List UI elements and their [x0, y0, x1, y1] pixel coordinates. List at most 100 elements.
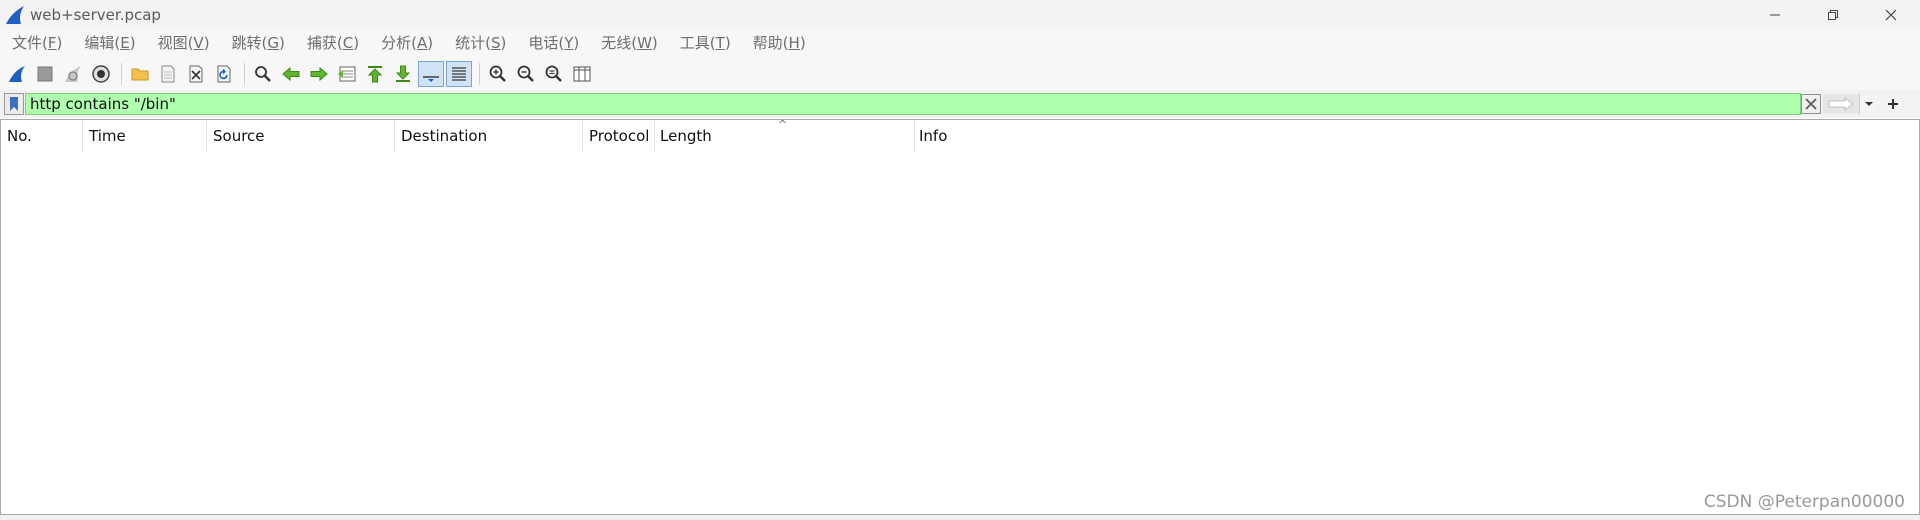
autoscroll-icon — [423, 75, 439, 82]
filter-bookmark-button[interactable] — [4, 93, 24, 115]
capture-options-button[interactable] — [88, 61, 114, 87]
goto-packet-icon — [338, 66, 356, 81]
close-button[interactable] — [1862, 0, 1920, 30]
display-filter-input[interactable] — [26, 94, 1800, 114]
menu-telephony[interactable]: 电话(Y) — [520, 30, 587, 57]
menu-label: 无线( — [601, 34, 638, 52]
restart-fin-icon — [65, 65, 81, 82]
menu-accel: A — [416, 34, 428, 52]
menu-label-end: ) — [56, 34, 63, 52]
menu-label: 捕获( — [306, 34, 343, 52]
menu-label-end: ) — [427, 34, 434, 52]
filter-field — [25, 93, 1801, 115]
menu-wireless[interactable]: 无线(W) — [593, 30, 666, 57]
save-file-button[interactable] — [155, 61, 181, 87]
colorize-button[interactable] — [446, 60, 472, 87]
clear-filter-button[interactable] — [1801, 94, 1821, 114]
clear-x-icon — [1805, 98, 1817, 110]
colorize-list-icon — [452, 66, 466, 81]
minimize-icon — [1770, 14, 1780, 16]
normal-size-button[interactable] — [541, 61, 567, 87]
menu-label: 文件( — [12, 34, 48, 52]
column-header-no[interactable]: No. — [1, 120, 83, 153]
stop-capture-button[interactable] — [32, 61, 58, 87]
menu-bar: 文件(F) 编辑(E) 视图(V) 跳转(G) 捕获(C) 分析(A) 统计(S… — [0, 30, 1920, 57]
menu-accel: E — [120, 34, 130, 52]
arrow-left-icon — [282, 66, 300, 81]
wireshark-fin-icon — [6, 6, 24, 24]
packet-list[interactable]: No. Time Source Destination Protocol Len… — [0, 118, 1920, 515]
folder-icon — [131, 68, 149, 80]
column-header-time[interactable]: Time — [83, 120, 207, 153]
arrow-down-icon — [395, 65, 411, 82]
find-packet-button[interactable] — [250, 61, 276, 87]
go-to-packet-button[interactable] — [334, 61, 360, 87]
add-filter-button[interactable] — [1882, 93, 1904, 115]
display-filter-bar — [0, 90, 1920, 118]
apply-filter-button[interactable] — [1823, 94, 1859, 114]
menu-accel: Y — [564, 34, 574, 52]
menu-label-end: ) — [279, 34, 285, 52]
go-first-packet-button[interactable] — [362, 61, 388, 87]
window-controls — [1746, 0, 1920, 30]
gear-icon — [92, 64, 110, 83]
column-header-info[interactable]: Info — [913, 120, 1919, 153]
menu-go[interactable]: 跳转(G) — [224, 30, 293, 57]
resize-columns-button[interactable] — [569, 61, 595, 87]
toolbar-separator — [479, 62, 480, 85]
close-file-button[interactable] — [183, 61, 209, 87]
menu-label: 电话( — [528, 34, 565, 52]
magnifier-icon — [255, 65, 271, 82]
menu-view[interactable]: 视图(V) — [150, 30, 218, 57]
menu-label: 工具( — [679, 34, 716, 52]
menu-label: 统计( — [455, 34, 491, 52]
menu-capture[interactable]: 捕获(C) — [299, 30, 367, 57]
column-header-protocol[interactable]: Protocol — [583, 120, 655, 153]
go-forward-button[interactable] — [306, 61, 332, 87]
main-toolbar — [0, 57, 1920, 90]
reload-file-button[interactable] — [211, 61, 237, 87]
menu-label-end: ) — [353, 34, 360, 52]
toolbar-separator — [244, 62, 245, 85]
window-title: web+server.pcap — [30, 6, 161, 24]
minimize-button[interactable] — [1746, 0, 1804, 30]
filter-history-dropdown[interactable] — [1859, 94, 1877, 114]
menu-label-end: ) — [573, 34, 580, 52]
menu-accel: V — [193, 34, 204, 52]
auto-scroll-button[interactable] — [418, 60, 444, 87]
start-capture-button[interactable] — [4, 61, 30, 87]
go-back-button[interactable] — [278, 61, 304, 87]
menu-file[interactable]: 文件(F) — [4, 30, 70, 57]
go-last-packet-button[interactable] — [390, 61, 416, 87]
arrow-up-icon — [367, 65, 383, 82]
close-file-icon — [189, 65, 203, 82]
arrow-right-icon — [310, 66, 328, 81]
menu-accel: T — [715, 34, 725, 52]
menu-label-end: ) — [799, 34, 806, 52]
zoom-in-button[interactable] — [485, 61, 511, 87]
column-header-source[interactable]: Source — [207, 120, 395, 153]
menu-analyze[interactable]: 分析(A) — [373, 30, 441, 57]
menu-statistics[interactable]: 统计(S) — [447, 30, 514, 57]
close-icon — [1885, 9, 1897, 21]
toolbar-separator — [121, 62, 122, 85]
menu-label-end: ) — [203, 34, 210, 52]
menu-accel: C — [342, 34, 354, 52]
title-bar: web+server.pcap — [0, 0, 1920, 30]
menu-edit[interactable]: 编辑(E) — [76, 30, 143, 57]
menu-help[interactable]: 帮助(H) — [745, 30, 814, 57]
open-file-button[interactable] — [127, 61, 153, 87]
restore-button[interactable] — [1804, 0, 1862, 30]
column-header-destination[interactable]: Destination — [395, 120, 583, 153]
shark-fin-icon — [9, 65, 25, 82]
menu-tools[interactable]: 工具(T) — [672, 30, 739, 57]
watermark: CSDN @Peterpan00000 — [1703, 492, 1905, 512]
menu-label: 跳转( — [231, 34, 268, 52]
restart-capture-button[interactable] — [60, 61, 86, 87]
apply-arrow-icon — [1828, 97, 1854, 111]
menu-accel: G — [267, 34, 280, 52]
plus-icon — [1888, 99, 1898, 109]
menu-accel: H — [788, 34, 800, 52]
zoom-out-icon — [517, 65, 534, 82]
zoom-out-button[interactable] — [513, 61, 539, 87]
